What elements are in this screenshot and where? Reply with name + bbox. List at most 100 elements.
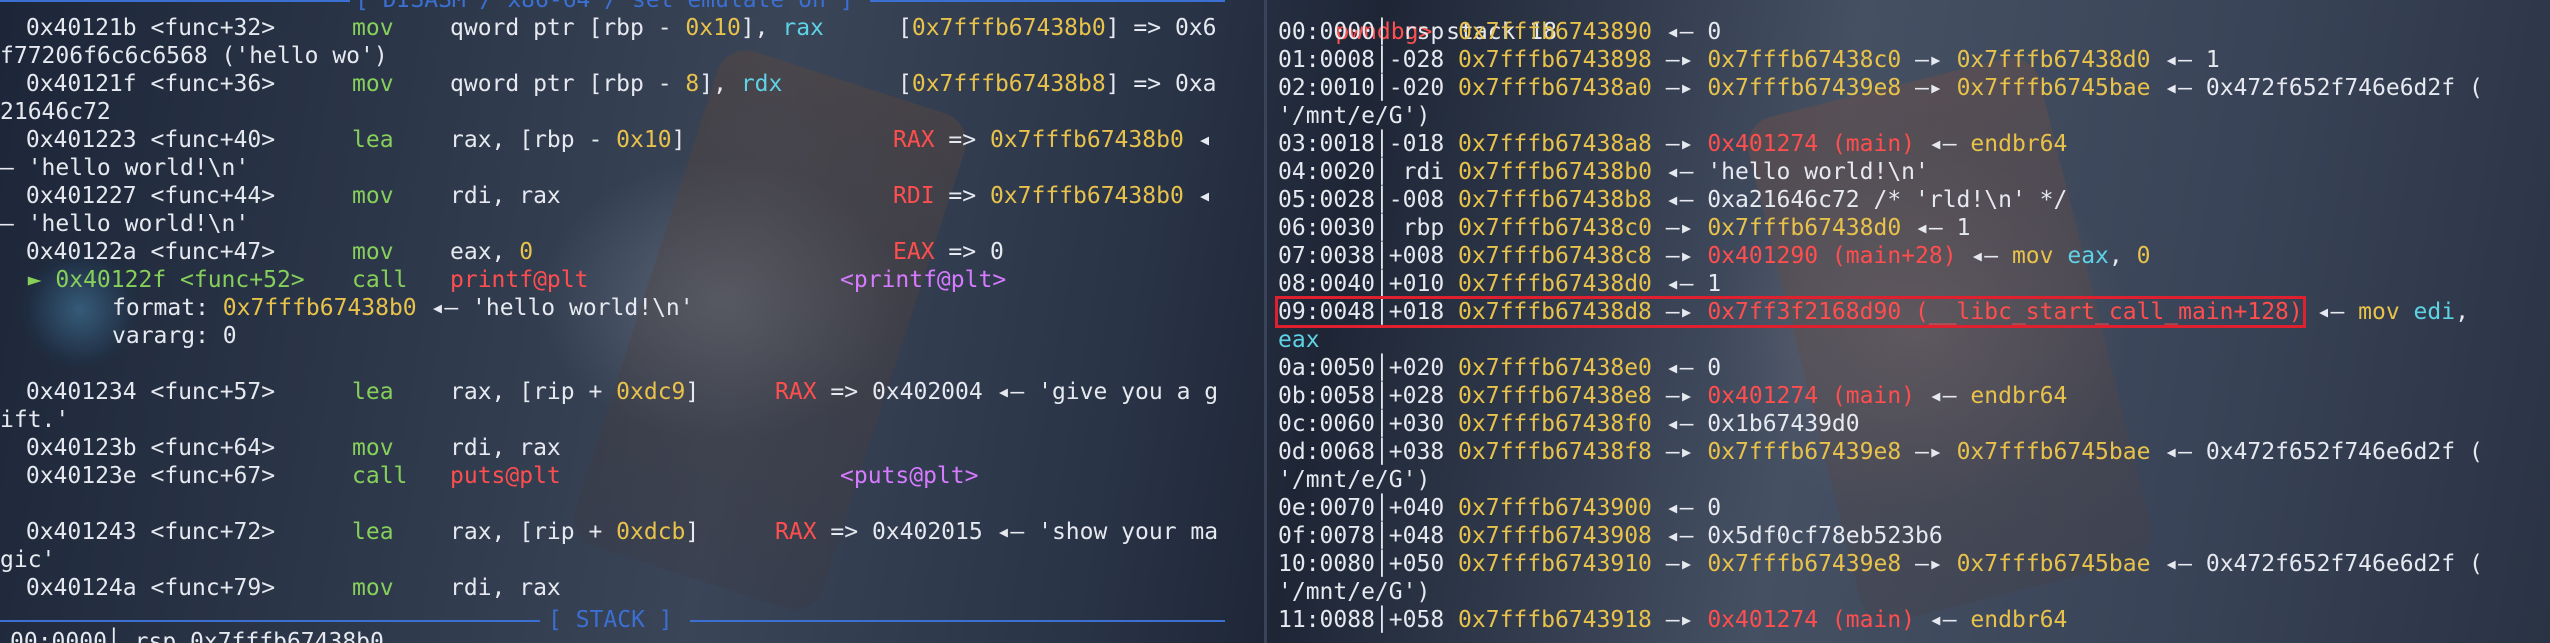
disasm-instruction[interactable]: ► 0x40122f <func+52> call printf@plt <print…: [0, 266, 1006, 294]
stack-value: edi: [2413, 299, 2456, 325]
annotation-value: ] => 0x6: [1105, 15, 1217, 41]
stack-separator: │: [1374, 411, 1389, 437]
stack-offset: +030: [1388, 411, 1445, 437]
disasm-instruction[interactable]: 0x40121b <func+32> mov qword ptr [rbp - 0x…: [0, 14, 1217, 42]
stack-value: endbr64: [1970, 131, 2068, 157]
stack-row[interactable]: 01:0008│-028 0x7fffb6743898 —▸ 0x7fffb67…: [1278, 46, 2220, 74]
annotation-address: 0x7fffb67438b0: [989, 183, 1184, 209]
wrapped-text: ift.': [0, 407, 70, 433]
stack-row[interactable]: 0a:0050│+020 0x7fffb67438e0 ◂— 0: [1278, 354, 1721, 382]
wrapped-text: eax: [1278, 327, 1320, 353]
stack-value: 0: [2136, 243, 2151, 269]
instruction-mnemonic: lea: [352, 127, 394, 153]
disasm-pane[interactable]: [ DISASM / x86-64 / set emulate on ] 0x4…: [0, 0, 1262, 643]
stack-value: ◂—: [1915, 131, 1971, 157]
stack-row[interactable]: 0f:0078│+048 0x7fffb6743908 ◂— 0x5df0cf7…: [1278, 522, 1943, 550]
stack-offset: +020: [1388, 355, 1445, 381]
stack-separator: │: [1374, 299, 1389, 325]
stack-row[interactable]: 09:0048│+018 0x7fffb67438d8 —▸ 0x7ff3f21…: [1275, 296, 2469, 328]
stack-separator: │: [1374, 495, 1389, 521]
stack-value: —▸: [1901, 551, 1957, 577]
stack-value: 0x7fffb6745bae: [1956, 551, 2151, 577]
disasm-instruction[interactable]: 0x40123b <func+64> mov rdi, rax: [0, 434, 561, 462]
stack-index: 01:0008: [1278, 47, 1375, 73]
disasm-instruction[interactable]: 0x401234 <func+57> lea rax, [rip + 0xdc9] R…: [0, 378, 1218, 406]
stack-value: mov: [2011, 243, 2068, 269]
instruction-operands: qword ptr [rbp - 8], rdx: [450, 70, 782, 98]
stack-row[interactable]: 04:0020│ rdi 0x7fffb67438b0 ◂— 'hello wo…: [1278, 158, 1929, 186]
bracket: [: [898, 15, 912, 41]
disasm-instruction[interactable]: 0x401227 <func+44> mov rdi, rax RDI => 0x7f…: [0, 182, 1212, 210]
stack-row[interactable]: 03:0018│-018 0x7fffb67438a8 —▸ 0x401274 …: [1278, 130, 2067, 158]
arg-value: ◂— 'hello world!\n': [416, 295, 694, 321]
disasm-instruction[interactable]: 0x40124a <func+79> mov rdi, rax: [0, 574, 561, 602]
stack-row-content: 0d:0068│+038 0x7fffb67438f8 —▸ 0x7fffb67…: [1278, 439, 2483, 465]
annotation-register: RDI: [893, 183, 935, 209]
stack-row[interactable]: 00:0000│ rsp 0x7fffb6743890 ◂— 0: [1278, 18, 1721, 46]
stack-value: ◂— 0x472f652f746e6d2f (: [2150, 439, 2483, 465]
stack-index: 10:0080: [1278, 551, 1375, 577]
disasm-instruction[interactable]: 0x40122a <func+47> mov eax, 0 EAX => 0: [0, 238, 1004, 266]
disasm-wrap-line: gic': [0, 546, 55, 574]
stack-value: 0: [1707, 19, 1722, 45]
disasm-wrap-line: — 'hello world!\n': [0, 210, 249, 238]
stack-value: 0x401274 (main): [1707, 607, 1916, 633]
annotation-value: 0x402015 ◂— 'show your ma: [871, 519, 1219, 545]
stack-row[interactable]: 02:0010│-020 0x7fffb67438a0 —▸ 0x7fffb67…: [1278, 74, 2483, 102]
stack-row[interactable]: 11:0088│+058 0x7fffb6743918 —▸ 0x401274 …: [1278, 606, 2067, 634]
annotation-arrow: =>: [816, 379, 872, 405]
stack-row-content: 0c:0060│+030 0x7fffb67438f0 ◂— 0x1b67439…: [1278, 411, 1860, 437]
stack-row-content: 07:0038│+008 0x7fffb67438c8 —▸ 0x401290 …: [1278, 243, 2150, 269]
operand: eax,: [450, 239, 520, 265]
disasm-instruction[interactable]: 0x401243 <func+72> lea rax, [rip + 0xdcb] R…: [0, 518, 1218, 546]
stack-row[interactable]: 0b:0058│+028 0x7fffb67438e8 —▸ 0x401274 …: [1278, 382, 2067, 410]
instruction-operands: rdi, rax: [450, 182, 561, 210]
stack-row[interactable]: 07:0038│+008 0x7fffb67438c8 —▸ 0x401290 …: [1278, 242, 2150, 270]
command-line[interactable]: pwndbg> stack 18: [1280, 0, 1557, 45]
disasm-instruction[interactable]: 0x40123e <func+67> call puts@plt <puts@plt>: [0, 462, 979, 490]
operand: ]: [685, 379, 700, 405]
stack-register: rbp: [1402, 215, 1445, 241]
stack-separator: │: [1374, 215, 1389, 241]
disasm-instruction[interactable]: 0x40121f <func+36> mov qword ptr [rbp - 8]…: [0, 70, 1217, 98]
instruction-mnemonic: mov: [352, 435, 394, 461]
operand-number: 0xdcb: [616, 519, 686, 545]
stack-index: 09:0048: [1278, 299, 1375, 325]
stack-value: ◂— 'hello world!\n': [1651, 159, 1929, 185]
stack-row[interactable]: 06:0030│ rbp 0x7fffb67438c0 —▸ 0x7fffb67…: [1278, 214, 1970, 242]
instruction-mnemonic: mov: [352, 183, 394, 209]
operand-register: rdx: [740, 71, 783, 97]
stack-value: ◂— 1: [1651, 271, 1722, 297]
stack-pane[interactable]: pwndbg> stack 18 00:0000│ rsp 0x7fffb674…: [1268, 0, 2550, 643]
stack-row[interactable]: 0d:0068│+038 0x7fffb67438f8 —▸ 0x7fffb67…: [1278, 438, 2483, 466]
annotation-value: ◂: [1183, 127, 1212, 153]
stack-row[interactable]: 10:0080│+050 0x7fffb6743910 —▸ 0x7fffb67…: [1278, 550, 2483, 578]
stack-value: 0x7fffb67438d0: [1707, 215, 1902, 241]
annotation-register: RAX: [775, 379, 817, 405]
operand-register: rax: [782, 15, 824, 41]
stack-value: —▸: [1651, 47, 1708, 73]
stack-row[interactable]: 0e:0070│+040 0x7fffb6743900 ◂— 0: [1278, 494, 1721, 522]
instruction-address: 0x40122f <func+52>: [55, 267, 305, 293]
stack-row[interactable]: 05:0028│-008 0x7fffb67438b8 ◂— 0xa21646c…: [1278, 186, 2067, 214]
stack-row[interactable]: 0c:0060│+030 0x7fffb67438f0 ◂— 0x1b67439…: [1278, 410, 1860, 438]
annotation-value: 0: [989, 239, 1004, 265]
instruction-mnemonic: mov: [352, 575, 394, 601]
stack-separator: │: [1374, 607, 1389, 633]
stack-offset: +058: [1388, 607, 1445, 633]
pane-divider[interactable]: [1264, 0, 1267, 643]
wrapped-text: 21646c72: [0, 99, 111, 125]
stack-offset: -028: [1388, 47, 1445, 73]
instruction-operands: rax, [rip + 0xdcb]: [450, 518, 699, 546]
stack-address: 0x7fffb67438e0: [1458, 355, 1652, 381]
disasm-wrap-line: ift.': [0, 406, 69, 434]
stack-separator: │: [1374, 75, 1389, 101]
stack-address: 0x7fffb67438b8: [1458, 187, 1652, 213]
annotation-value: ] => 0xa: [1105, 71, 1217, 97]
emulation-annotation: EAX => 0: [893, 238, 1004, 266]
disasm-instruction[interactable]: 0x401223 <func+40> lea rax, [rbp - 0x10] RA…: [0, 126, 1212, 154]
stack-row[interactable]: 08:0040│+010 0x7fffb67438d0 ◂— 1: [1278, 270, 1721, 298]
stack-value: endbr64: [1970, 383, 2068, 409]
